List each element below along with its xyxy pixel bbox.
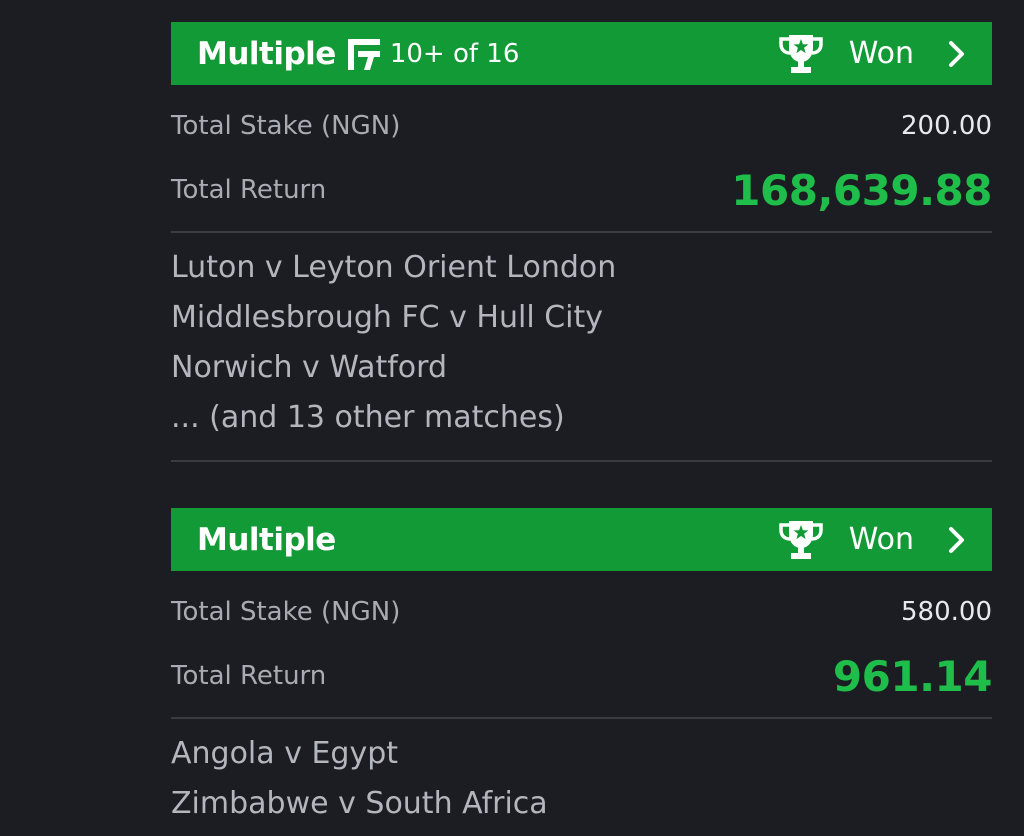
total-return-value: 168,639.88 xyxy=(731,165,992,215)
status-badge: Won xyxy=(848,522,914,557)
chevron-right-icon[interactable] xyxy=(946,39,968,69)
match-item: Luton v Leyton Orient London xyxy=(171,250,617,285)
ticket-header-bar[interactable]: Multiple Won xyxy=(171,508,992,571)
divider xyxy=(171,460,992,462)
bet-type-label: Multiple xyxy=(197,35,336,72)
total-return-row: Total Return 168,639.88 xyxy=(171,160,992,220)
status-group: Won xyxy=(777,32,968,76)
status-group: Won xyxy=(777,518,968,562)
chevron-right-icon[interactable] xyxy=(946,525,968,555)
bet-type-label: Multiple xyxy=(197,521,336,558)
trophy-star-icon xyxy=(778,520,823,559)
match-list: Luton v Leyton Orient London Middlesbrou… xyxy=(171,233,992,443)
total-return-label: Total Return xyxy=(171,175,327,205)
total-stake-value: 580.00 xyxy=(901,597,992,627)
bet-ticket: Multiple Won Total Stake (NGN) 580.00 To… xyxy=(171,508,993,829)
status-badge: Won xyxy=(848,36,914,71)
match-item: Zimbabwe v South Africa xyxy=(171,786,548,821)
match-item: Middlesbrough FC v Hull City xyxy=(171,300,604,335)
total-return-label: Total Return xyxy=(171,661,327,691)
ticket-header-bar[interactable]: Multiple 10+ of 16 Won xyxy=(171,22,992,85)
more-matches-text: ... (and 13 other matches) xyxy=(171,400,565,435)
bet-ticket: Multiple 10+ of 16 Won Total Stake (NGN)… xyxy=(171,22,992,462)
total-return-row: Total Return 961.14 xyxy=(171,646,993,706)
total-stake-row: Total Stake (NGN) 200.00 xyxy=(171,98,992,154)
flex-label: 10+ of 16 xyxy=(389,38,520,69)
total-stake-label: Total Stake (NGN) xyxy=(171,111,401,141)
total-stake-value: 200.00 xyxy=(901,111,992,141)
trophy-star-icon xyxy=(778,34,823,73)
total-stake-row: Total Stake (NGN) 580.00 xyxy=(171,584,992,640)
total-stake-label: Total Stake (NGN) xyxy=(171,597,401,627)
match-list: Angola v Egypt Zimbabwe v South Africa xyxy=(171,719,992,829)
match-item: Norwich v Watford xyxy=(171,350,447,385)
bet-history-page: Multiple 10+ of 16 Won Total Stake (NGN)… xyxy=(0,0,1024,836)
total-return-value: 961.14 xyxy=(832,651,993,701)
match-item: Angola v Egypt xyxy=(171,736,399,771)
flex-f-icon xyxy=(347,38,380,70)
